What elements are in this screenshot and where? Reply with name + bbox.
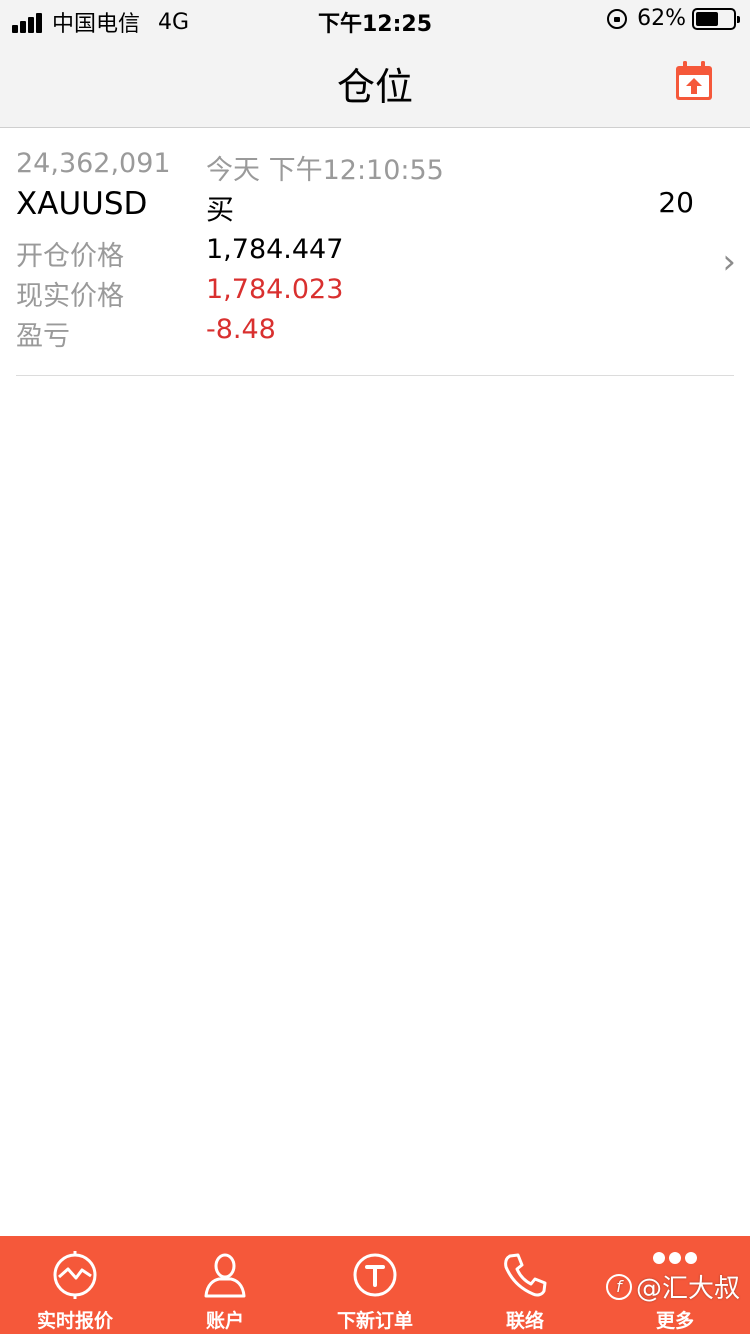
open-price-value: 1,784.447: [206, 234, 344, 265]
calendar-upload-icon[interactable]: [674, 60, 714, 102]
current-price-line: 现实价格 1,784.023: [16, 274, 343, 313]
tab-quotes[interactable]: 实时报价: [0, 1236, 150, 1334]
status-right: 62%: [607, 6, 740, 31]
trade-t-icon: [353, 1253, 397, 1297]
order-side: 买: [206, 193, 235, 226]
page-title: 仓位: [336, 65, 413, 109]
symbol-line: XAUUSD 买: [16, 186, 734, 226]
tab-contact[interactable]: 联络: [450, 1236, 600, 1334]
symbol: XAUUSD: [16, 186, 148, 222]
open-price-label: 开仓价格: [16, 241, 124, 272]
order-id: 24,362,091: [16, 148, 171, 179]
tab-label: 联络: [505, 1310, 544, 1332]
order-timestamp: 今天 下午12:10:55: [206, 155, 444, 186]
order-quantity: 20: [658, 186, 694, 219]
rotation-lock-icon: [607, 8, 628, 29]
status-bar: 中国电信 4G 下午12:25 62%: [0, 0, 750, 40]
tab-label: 下新订单: [336, 1310, 413, 1332]
open-price-line: 开仓价格 1,784.447: [16, 234, 343, 273]
order-meta: 24,362,091 今天 下午12:10:55: [16, 148, 444, 186]
watermark-text: @汇大叔: [635, 1274, 740, 1304]
phone-icon: [504, 1253, 547, 1297]
quote-chart-icon: [53, 1251, 97, 1299]
watermark: f @汇大叔: [605, 1268, 740, 1305]
battery-icon: [692, 7, 740, 30]
watermark-logo-icon: f: [605, 1273, 632, 1300]
chevron-right-icon[interactable]: ›: [722, 242, 736, 282]
battery-percent: 62%: [637, 6, 686, 31]
pnl-label: 盈亏: [16, 321, 70, 352]
position-row[interactable]: 24,362,091 今天 下午12:10:55 XAUUSD 买 20 开仓价…: [16, 142, 736, 376]
pnl-value: -8.48: [206, 314, 276, 345]
tab-new-order[interactable]: 下新订单: [300, 1236, 450, 1334]
tab-account[interactable]: 账户: [150, 1236, 300, 1334]
current-price-value: 1,784.023: [206, 274, 344, 305]
tab-label: 账户: [205, 1310, 244, 1332]
user-icon: [204, 1253, 246, 1298]
nav-header: 仓位: [0, 40, 750, 128]
current-price-label: 现实价格: [16, 281, 124, 312]
tab-label: 更多: [655, 1310, 694, 1332]
tab-label: 实时报价: [36, 1310, 113, 1332]
pnl-line: 盈亏 -8.48: [16, 314, 276, 353]
